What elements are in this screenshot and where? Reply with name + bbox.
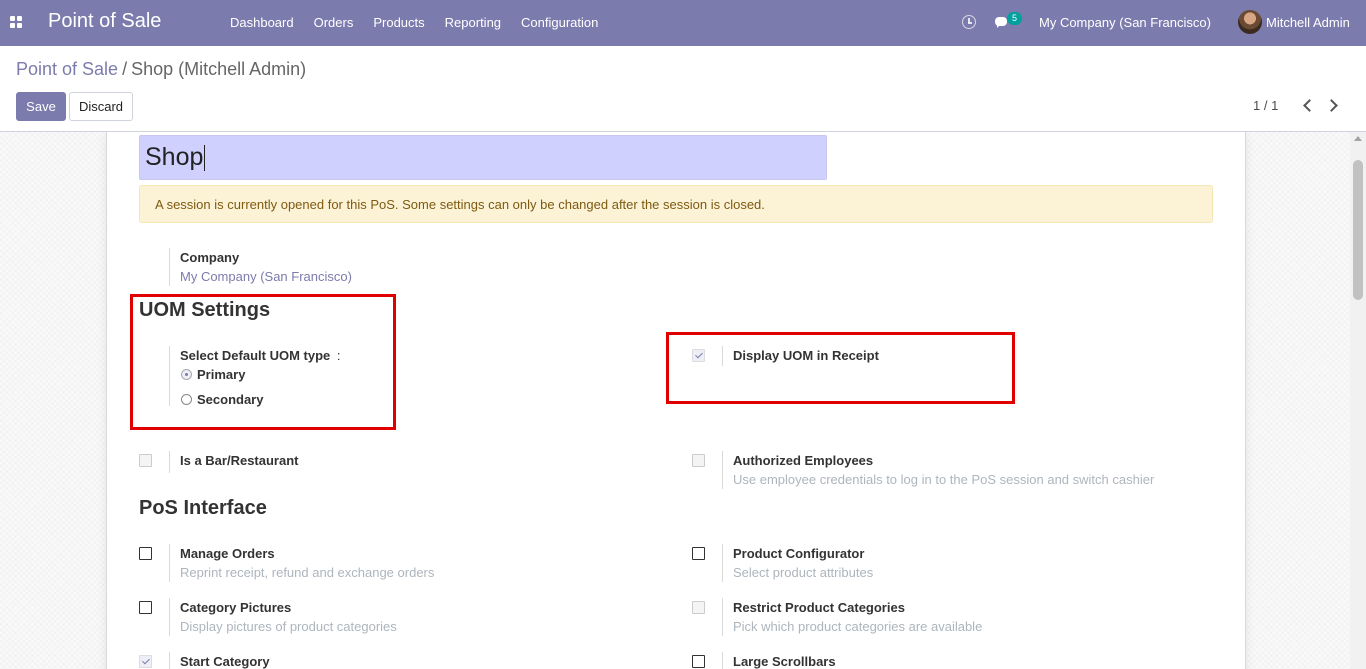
- product-configurator-checkbox[interactable]: [692, 547, 705, 560]
- activity-clock-icon[interactable]: [962, 15, 976, 29]
- messages-count-badge: 5: [1007, 12, 1022, 25]
- scroll-up-arrow-icon[interactable]: [1354, 136, 1362, 141]
- breadcrumb: Point of Sale / Shop (Mitchell Admin): [16, 59, 306, 80]
- discard-button[interactable]: Discard: [69, 92, 133, 121]
- pager-value[interactable]: 1 / 1: [1253, 98, 1278, 113]
- manage-orders-checkbox[interactable]: [139, 547, 152, 560]
- bar-restaurant-setting: Is a Bar/Restaurant: [169, 451, 299, 473]
- company-switcher[interactable]: My Company (San Francisco): [1039, 15, 1211, 30]
- menu-dashboard[interactable]: Dashboard: [220, 0, 304, 46]
- pos-name-input[interactable]: Shop: [139, 135, 827, 180]
- session-open-alert: A session is currently opened for this P…: [139, 185, 1213, 223]
- restrict-categories-checkbox[interactable]: [692, 601, 705, 614]
- authorized-employees-help: Use employee credentials to log in to th…: [733, 472, 1155, 487]
- text-cursor: [204, 145, 206, 172]
- product-configurator-label: Product Configurator: [733, 546, 865, 561]
- pager-previous-icon[interactable]: [1303, 99, 1316, 112]
- manage-orders-setting: Manage Orders Reprint receipt, refund an…: [169, 544, 434, 582]
- restrict-categories-label: Restrict Product Categories: [733, 600, 905, 615]
- company-value[interactable]: My Company (San Francisco): [180, 267, 352, 286]
- large-scrollbars-setting: Large Scrollbars: [722, 652, 836, 669]
- bar-restaurant-checkbox[interactable]: [139, 454, 152, 467]
- authorized-employees-checkbox[interactable]: [692, 454, 705, 467]
- manage-orders-label: Manage Orders: [180, 546, 275, 561]
- breadcrumb-separator: /: [122, 59, 128, 79]
- menu-configuration[interactable]: Configuration: [511, 0, 608, 46]
- scrollbar-thumb[interactable]: [1353, 160, 1363, 300]
- authorized-employees-label: Authorized Employees: [733, 453, 874, 468]
- app-brand[interactable]: Point of Sale: [48, 10, 161, 33]
- restrict-categories-help: Pick which product categories are availa…: [733, 619, 983, 634]
- company-setting: Company My Company (San Francisco): [169, 248, 352, 286]
- top-navbar: Point of Sale Dashboard Orders Products …: [0, 0, 1366, 46]
- category-pictures-help: Display pictures of product categories: [180, 619, 397, 634]
- manage-orders-help: Reprint receipt, refund and exchange ord…: [180, 565, 435, 580]
- large-scrollbars-label: Large Scrollbars: [733, 654, 836, 669]
- form-view-content: Shop A session is currently opened for t…: [0, 132, 1366, 669]
- start-category-checkbox[interactable]: [139, 655, 152, 668]
- breadcrumb-parent[interactable]: Point of Sale: [16, 59, 118, 79]
- apps-menu-icon[interactable]: [10, 16, 22, 28]
- large-scrollbars-checkbox[interactable]: [692, 655, 705, 668]
- user-avatar[interactable]: [1238, 10, 1262, 34]
- start-category-setting: Start Category: [169, 652, 270, 669]
- control-panel: Point of Sale / Shop (Mitchell Admin) Save…: [0, 46, 1366, 132]
- highlight-box-uom-type: [130, 294, 396, 430]
- company-label: Company: [180, 250, 240, 265]
- start-category-label: Start Category: [180, 654, 270, 669]
- save-button[interactable]: Save: [16, 92, 66, 121]
- main-menu: Dashboard Orders Products Reporting Conf…: [220, 0, 608, 46]
- menu-orders[interactable]: Orders: [304, 0, 364, 46]
- product-configurator-setting: Product Configurator Select product attr…: [722, 544, 873, 582]
- category-pictures-setting: Category Pictures Display pictures of pr…: [169, 598, 397, 636]
- authorized-employees-setting: Authorized Employees Use employee creden…: [722, 451, 1154, 489]
- user-menu-name[interactable]: Mitchell Admin: [1266, 15, 1350, 30]
- pager-next-icon[interactable]: [1325, 99, 1338, 112]
- product-configurator-help: Select product attributes: [733, 565, 874, 580]
- pos-interface-title: PoS Interface: [139, 497, 267, 519]
- breadcrumb-current: Shop (Mitchell Admin): [131, 59, 307, 79]
- highlight-box-display-uom: [666, 332, 1015, 404]
- category-pictures-label: Category Pictures: [180, 600, 292, 615]
- restrict-categories-setting: Restrict Product Categories Pick which p…: [722, 598, 982, 636]
- bar-restaurant-label: Is a Bar/Restaurant: [180, 453, 299, 468]
- category-pictures-checkbox[interactable]: [139, 601, 152, 614]
- menu-reporting[interactable]: Reporting: [435, 0, 511, 46]
- menu-products[interactable]: Products: [363, 0, 434, 46]
